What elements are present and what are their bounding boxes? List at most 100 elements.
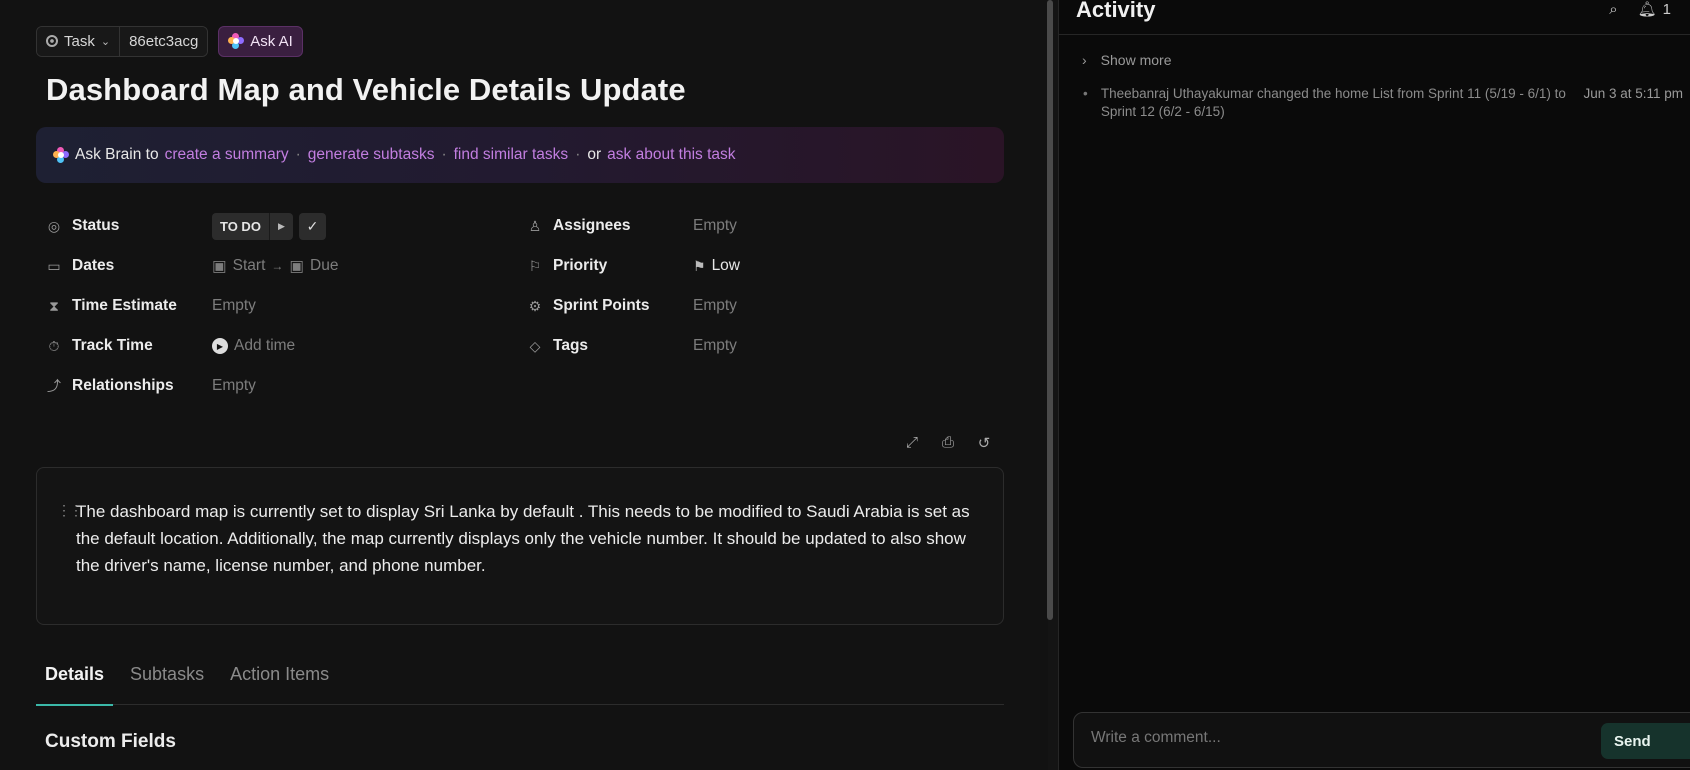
time-estimate-label: Time Estimate <box>72 297 177 314</box>
field-priority: ⚐ Priority ⚑ Low <box>527 251 740 281</box>
arrow-right-icon: → <box>271 259 284 273</box>
bell-icon: 🔔︎ <box>1637 1 1657 18</box>
description-toolbar: ⤢ ⎙ ↺ <box>903 434 993 452</box>
task-tabs: Details Subtasks Action Items <box>36 658 1004 706</box>
task-type-label: Task <box>64 32 95 50</box>
flag-outline-icon: ⚐ <box>528 257 542 274</box>
user-icon: ♙ <box>528 217 542 234</box>
task-detail-panel: Task ⌄ 86etc3acg Ask AI Dashboard Map an… <box>0 0 1048 770</box>
find-similar-tasks-link[interactable]: find similar tasks <box>454 146 569 164</box>
ask-ai-button[interactable]: Ask AI <box>218 25 303 57</box>
print-icon[interactable]: ⎙ <box>939 434 957 452</box>
ask-brain-bar: Ask Brain to create a summary · generate… <box>36 127 1004 183</box>
field-status: ◎ Status TO DO ▶ ✓ <box>46 211 326 241</box>
ask-brain-prefix: Ask Brain to <box>75 146 159 163</box>
show-more-label: Show more <box>1100 52 1172 68</box>
activity-item: • Theebanraj Uthayakumar changed the hom… <box>1083 85 1683 121</box>
field-track-time: ⏱ Track Time ▶ Add time <box>46 331 295 361</box>
field-dates: ▭ Dates ▣ Start → ▣ Due <box>46 251 338 281</box>
task-type-selector[interactable]: Task ⌄ <box>37 26 120 56</box>
status-pill[interactable]: TO DO ▶ <box>212 212 293 240</box>
brain-flower-icon <box>228 33 245 49</box>
task-breadcrumb: Task ⌄ 86etc3acg <box>36 25 209 57</box>
flag-icon: ⚑ <box>693 257 706 274</box>
ask-about-task-link[interactable]: ask about this task <box>607 146 735 164</box>
relationships-label: Relationships <box>72 377 174 394</box>
notification-count: 1 <box>1662 0 1671 18</box>
comment-input[interactable] <box>1091 729 1591 747</box>
next-status-arrow-icon[interactable]: ▶ <box>268 212 293 240</box>
play-icon: ▶ <box>212 338 228 354</box>
ask-ai-label: Ask AI <box>250 32 293 50</box>
separator: · <box>295 146 301 163</box>
tag-icon: ◇ <box>529 337 541 354</box>
task-id[interactable]: 86etc3acg <box>119 26 208 56</box>
field-sprint-points: ⚙ Sprint Points Empty <box>527 291 737 321</box>
activity-title: Activity <box>1076 0 1156 22</box>
relationships-value[interactable]: Empty <box>212 377 256 395</box>
field-relationships: ⤴ Relationships Empty <box>46 371 256 401</box>
chevron-right-icon: › <box>1082 52 1087 68</box>
activity-tools: ⌕ 🔔︎ 1 <box>1609 0 1671 19</box>
activity-header: Activity ⌕ 🔔︎ 1 <box>1059 0 1690 35</box>
field-assignees: ♙ Assignees Empty <box>527 211 737 241</box>
assignees-label: Assignees <box>553 217 631 234</box>
show-more-button[interactable]: › Show more <box>1082 52 1171 68</box>
task-title[interactable]: Dashboard Map and Vehicle Details Update <box>46 72 686 108</box>
ask-brain-or: or <box>587 146 602 163</box>
status-icon: ◎ <box>47 217 61 234</box>
activity-time: Jun 3 at 5:11 pm <box>1583 86 1683 101</box>
dates-value[interactable]: ▣ Start → ▣ Due <box>212 257 338 276</box>
due-date[interactable]: Due <box>310 257 338 275</box>
add-time-button[interactable]: ▶ Add time <box>212 337 295 355</box>
bullet-icon: • <box>1083 86 1088 101</box>
calendar-plus-icon: ▣ <box>212 257 227 275</box>
notifications-button[interactable]: 🔔︎ 1 <box>1637 0 1671 19</box>
calendar-plus-icon: ▣ <box>289 257 305 275</box>
calendar-icon: ▭ <box>47 257 61 274</box>
complete-check-button[interactable]: ✓ <box>298 212 326 240</box>
field-time-estimate: ⧗ Time Estimate Empty <box>46 291 256 321</box>
field-tags: ◇ Tags Empty <box>527 331 737 361</box>
send-button[interactable]: Send <box>1601 723 1690 759</box>
generate-subtasks-link[interactable]: generate subtasks <box>308 146 435 164</box>
tab-details[interactable]: Details <box>36 658 114 706</box>
sprint-points-label: Sprint Points <box>553 297 650 314</box>
task-view: Task ⌄ 86etc3acg Ask AI Dashboard Map an… <box>0 0 1690 770</box>
history-icon[interactable]: ↺ <box>975 434 993 452</box>
add-time-label: Add time <box>234 337 296 354</box>
task-id-label: 86etc3acg <box>129 32 199 50</box>
brain-flower-icon <box>53 147 69 163</box>
task-type-icon <box>46 35 58 47</box>
separator: · <box>441 146 447 163</box>
relationships-icon: ⤴ <box>47 378 61 394</box>
sprint-points-value[interactable]: Empty <box>693 297 737 315</box>
tab-action-items[interactable]: Action Items <box>221 658 338 705</box>
priority-value[interactable]: ⚑ Low <box>693 257 740 275</box>
status-value: TO DO <box>212 212 269 240</box>
search-icon[interactable]: ⌕ <box>1609 1 1617 18</box>
description-text[interactable]: The dashboard map is currently set to di… <box>76 498 976 579</box>
activity-panel: Activity ⌕ 🔔︎ 1 › Show more • Theebanraj… <box>1058 0 1690 770</box>
description-editor[interactable]: ⋮⋮ The dashboard map is currently set to… <box>36 467 1004 625</box>
comment-box: Send <box>1073 712 1690 768</box>
custom-fields-heading: Custom Fields <box>45 731 176 752</box>
priority-label: Priority <box>553 257 608 274</box>
chevron-down-icon: ⌄ <box>100 35 111 48</box>
hourglass-icon: ⧗ <box>49 297 59 314</box>
expand-icon[interactable]: ⤢ <box>903 434 921 452</box>
track-time-label: Track Time <box>72 337 153 354</box>
status-label: Status <box>72 217 120 234</box>
stopwatch-icon: ⏱ <box>48 337 60 354</box>
tab-subtasks[interactable]: Subtasks <box>121 658 213 705</box>
tags-value[interactable]: Empty <box>693 337 737 355</box>
sprint-points-icon: ⚙ <box>528 297 542 314</box>
create-summary-link[interactable]: create a summary <box>165 146 289 164</box>
scrollbar-thumb[interactable] <box>1047 0 1053 620</box>
start-date[interactable]: Start <box>233 257 266 275</box>
task-topbar: Task ⌄ 86etc3acg Ask AI <box>36 25 303 57</box>
tags-label: Tags <box>553 337 589 354</box>
activity-message: Theebanraj Uthayakumar changed the home … <box>1100 86 1566 119</box>
assignees-value[interactable]: Empty <box>693 217 737 235</box>
time-estimate-value[interactable]: Empty <box>212 297 256 315</box>
